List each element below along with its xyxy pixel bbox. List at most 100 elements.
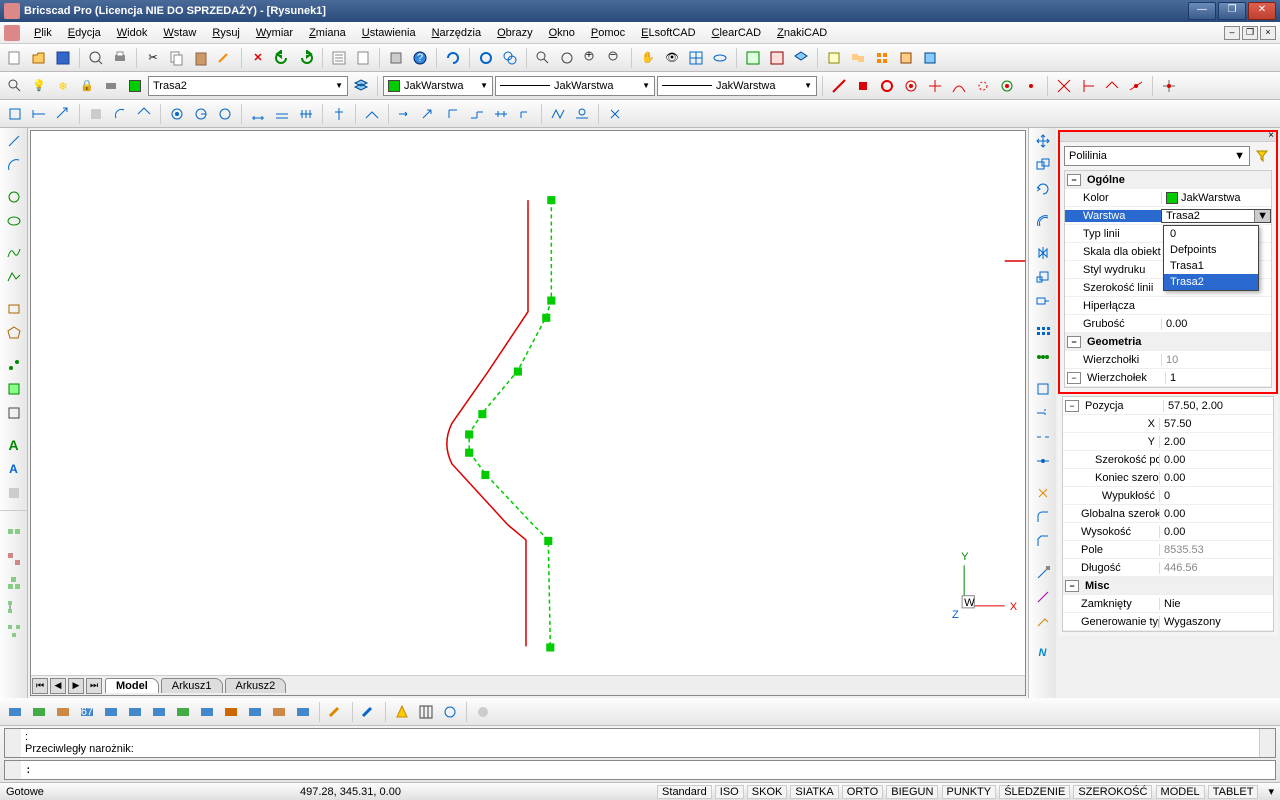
b14-icon[interactable] xyxy=(325,701,347,723)
menu-ustawienia[interactable]: Ustawienia xyxy=(354,25,424,41)
view-icon[interactable]: 👁 xyxy=(661,47,683,69)
match-icon[interactable] xyxy=(214,47,236,69)
copy2-icon[interactable] xyxy=(1032,154,1054,176)
polygon-icon[interactable] xyxy=(3,322,25,344)
refresh-icon[interactable] xyxy=(442,47,464,69)
point-icon[interactable] xyxy=(3,354,25,376)
minimize-button[interactable]: — xyxy=(1188,2,1216,20)
dropdown-option[interactable]: 0 xyxy=(1164,226,1258,242)
menu-pomoc[interactable]: Pomoc xyxy=(583,25,633,41)
group-toggle[interactable]: − xyxy=(1067,174,1081,186)
prop-globalw[interactable]: 0.00 xyxy=(1159,508,1273,520)
prop-thickness[interactable]: 0.00 xyxy=(1161,318,1271,330)
mod10-icon[interactable] xyxy=(328,103,350,125)
explode-icon[interactable] xyxy=(1032,482,1054,504)
prop-y[interactable]: 2.00 xyxy=(1159,436,1273,448)
prop-ltgen[interactable]: Wygaszony xyxy=(1159,616,1273,628)
mdi-restore[interactable]: ❐ xyxy=(1242,26,1258,40)
color-combo[interactable]: JakWarstwa ▼ xyxy=(383,76,493,96)
close-button[interactable]: ✕ xyxy=(1248,2,1276,20)
mod1-icon[interactable] xyxy=(85,103,107,125)
tree2-icon[interactable] xyxy=(3,548,25,570)
divide-icon[interactable] xyxy=(1032,346,1054,368)
menu-obrazy[interactable]: Obrazy xyxy=(489,25,540,41)
snap7-icon[interactable] xyxy=(972,75,994,97)
mod18-icon[interactable] xyxy=(547,103,569,125)
b8-icon[interactable] xyxy=(172,701,194,723)
zoom2-icon[interactable] xyxy=(556,47,578,69)
menu-rysuj[interactable]: Rysuj xyxy=(204,25,248,41)
block1-icon[interactable] xyxy=(823,47,845,69)
status-standard[interactable]: Standard xyxy=(657,785,712,799)
prop-color[interactable]: JakWarstwa xyxy=(1161,192,1271,204)
mod3-icon[interactable] xyxy=(133,103,155,125)
orbit-icon[interactable] xyxy=(709,47,731,69)
block5-icon[interactable] xyxy=(919,47,941,69)
render-icon[interactable] xyxy=(766,47,788,69)
mdi-close[interactable]: × xyxy=(1260,26,1276,40)
prop-bulge[interactable]: 0 xyxy=(1159,490,1273,502)
rect-icon[interactable] xyxy=(3,298,25,320)
menu-plik[interactable]: Plik xyxy=(26,25,60,41)
prop-x[interactable]: 57.50 xyxy=(1159,418,1273,430)
layer-dropdown[interactable]: 0 Defpoints Trasa1 Trasa2 xyxy=(1163,225,1259,291)
zoom1-icon[interactable] xyxy=(532,47,554,69)
canvas[interactable]: X Y Z W xyxy=(31,131,1025,675)
mod2-icon[interactable] xyxy=(109,103,131,125)
menu-okno[interactable]: Okno xyxy=(541,25,583,41)
tab-arkusz2[interactable]: Arkusz2 xyxy=(225,678,287,693)
open-icon[interactable] xyxy=(28,47,50,69)
sheet-icon[interactable] xyxy=(352,47,374,69)
status-siatka[interactable]: SIATKA xyxy=(790,785,838,799)
b15-icon[interactable] xyxy=(358,701,380,723)
move-icon[interactable] xyxy=(1032,130,1054,152)
dim3-icon[interactable] xyxy=(52,103,74,125)
menu-edycja[interactable]: Edycja xyxy=(60,25,109,41)
snap11-icon[interactable] xyxy=(1077,75,1099,97)
mod20-icon[interactable] xyxy=(604,103,626,125)
group-toggle-misc[interactable]: − xyxy=(1065,580,1079,592)
b17-icon[interactable] xyxy=(415,701,437,723)
save-icon[interactable] xyxy=(52,47,74,69)
hatch-icon[interactable] xyxy=(742,47,764,69)
b16-icon[interactable] xyxy=(391,701,413,723)
mod15-icon[interactable] xyxy=(466,103,488,125)
tab-last[interactable]: ⏭ xyxy=(86,678,102,694)
spline-icon[interactable] xyxy=(3,242,25,264)
settings-icon[interactable] xyxy=(385,47,407,69)
snap10-icon[interactable] xyxy=(1053,75,1075,97)
copy-icon[interactable] xyxy=(166,47,188,69)
break-icon[interactable] xyxy=(1032,426,1054,448)
app-menu-icon[interactable] xyxy=(4,25,20,41)
prop-vertex-n[interactable]: 1 xyxy=(1165,372,1271,384)
dropdown-option[interactable]: Trasa2 xyxy=(1164,274,1258,290)
redo-icon[interactable] xyxy=(295,47,317,69)
menu-widok[interactable]: Widok xyxy=(109,25,156,41)
layer-freeze-icon[interactable]: ❄ xyxy=(52,75,74,97)
line-icon[interactable] xyxy=(3,130,25,152)
menu-narzędzia[interactable]: Narzędzia xyxy=(424,25,490,41)
offset-icon[interactable] xyxy=(1032,210,1054,232)
mod17-icon[interactable] xyxy=(514,103,536,125)
regen-icon[interactable] xyxy=(475,47,497,69)
b13-icon[interactable] xyxy=(292,701,314,723)
array-icon[interactable] xyxy=(1032,322,1054,344)
wave-icon[interactable]: N xyxy=(1032,642,1054,664)
snap9-icon[interactable] xyxy=(1020,75,1042,97)
hatch2-icon[interactable] xyxy=(3,378,25,400)
snap13-icon[interactable] xyxy=(1125,75,1147,97)
block2-icon[interactable] xyxy=(847,47,869,69)
prop-layer[interactable]: Trasa2▼ xyxy=(1161,209,1271,223)
b1-icon[interactable] xyxy=(4,701,26,723)
status-skok[interactable]: SKOK xyxy=(747,785,788,799)
layer-lock-icon[interactable]: 🔒 xyxy=(76,75,98,97)
tree5-icon[interactable] xyxy=(3,620,25,642)
maximize-button[interactable]: ❐ xyxy=(1218,2,1246,20)
status-punkty[interactable]: PUNKTY xyxy=(942,785,997,799)
snap4-icon[interactable] xyxy=(900,75,922,97)
circle-icon[interactable] xyxy=(3,186,25,208)
tab-model[interactable]: Model xyxy=(105,678,159,693)
lineweight-combo[interactable]: JakWarstwa ▼ xyxy=(657,76,817,96)
tree3-icon[interactable] xyxy=(3,572,25,594)
b9-icon[interactable] xyxy=(196,701,218,723)
